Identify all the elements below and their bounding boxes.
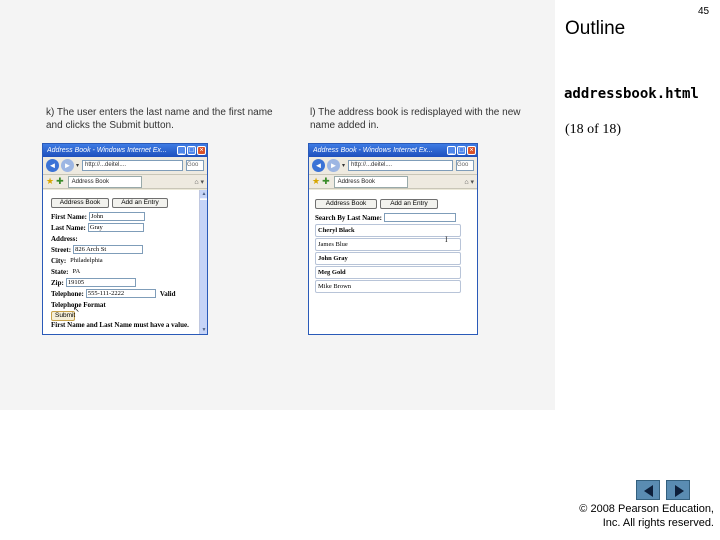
maximize-icon[interactable]: □ — [457, 146, 466, 155]
telephone-label: Telephone: — [51, 289, 84, 298]
copyright-line-2: Inc. All rights reserved. — [602, 517, 714, 529]
list-item[interactable]: James Blue — [315, 238, 461, 251]
browser-window-entry-form: Address Book - Windows Internet Ex... _ … — [42, 143, 208, 335]
history-dropdown-icon[interactable]: ▾ — [342, 162, 345, 169]
state-field[interactable]: PA — [70, 267, 141, 276]
minimize-icon[interactable]: _ — [447, 146, 456, 155]
window-titlebar[interactable]: Address Book - Windows Internet Ex... _ … — [309, 144, 477, 157]
next-arrow-icon — [675, 485, 684, 497]
scroll-down-icon[interactable]: ▼ — [200, 326, 207, 334]
slide: k) The user enters the last name and the… — [0, 0, 720, 540]
forward-icon[interactable]: ► — [327, 159, 340, 172]
first-name-field[interactable]: John — [88, 212, 145, 221]
add-favorite-icon[interactable]: ✚ — [322, 176, 330, 187]
back-icon[interactable]: ◄ — [312, 159, 325, 172]
favorites-star-icon[interactable]: ★ — [312, 176, 320, 187]
favorites-bar: ★ ✚ Address Book ⌂ ▾ — [43, 175, 207, 189]
search-by-last-name-label: Search By Last Name: — [315, 213, 382, 222]
home-icon[interactable]: ⌂ ▾ — [464, 178, 474, 186]
favorites-star-icon[interactable]: ★ — [46, 176, 54, 187]
previous-arrow-icon — [644, 485, 653, 497]
previous-slide-button[interactable] — [636, 480, 660, 500]
text-cursor-icon: I — [445, 235, 448, 244]
street-label: Street: — [51, 245, 72, 254]
validation-warning: First Name and Last Name must have a val… — [51, 321, 189, 329]
submit-button[interactable]: Submit — [51, 310, 75, 321]
address-input[interactable]: http://...deitel.... — [348, 160, 453, 171]
mouse-pointer-icon: ↖ — [73, 305, 80, 314]
list-item[interactable]: Meg Gold — [315, 266, 461, 279]
file-name: addressbook.html — [564, 86, 699, 102]
outline-title: Outline — [565, 18, 626, 39]
close-icon[interactable]: × — [197, 146, 206, 155]
last-name-label: Last Name: — [51, 223, 86, 232]
list-item[interactable]: Mike Brown — [315, 280, 461, 293]
scroll-up-icon[interactable]: ▲ — [200, 190, 207, 198]
search-input[interactable]: Goo — [186, 160, 204, 171]
page-number: 45 — [698, 6, 710, 17]
list-item[interactable]: Cheryl Black — [315, 224, 461, 237]
caption-k: k) The user enters the last name and the… — [46, 107, 273, 131]
history-dropdown-icon[interactable]: ▾ — [76, 162, 79, 169]
tab-address-book[interactable]: Address Book — [333, 175, 408, 188]
favorites-bar: ★ ✚ Address Book ⌂ ▾ — [309, 175, 477, 189]
first-name-label: First Name: — [51, 212, 87, 221]
page-count: (18 of 18) — [565, 122, 621, 137]
valid-label: Valid — [159, 289, 176, 298]
city-field[interactable]: Philadelphia — [68, 256, 139, 265]
navigation-bar: ◄ ► ▾ http://...deitel.... Goo — [309, 157, 477, 175]
list-item[interactable]: John Gray — [315, 252, 461, 265]
tab-address-book[interactable]: Address Book — [67, 175, 142, 188]
home-icon[interactable]: ⌂ ▾ — [194, 178, 204, 186]
city-label: City: — [51, 256, 67, 265]
address-book-button[interactable]: Address Book — [315, 199, 377, 209]
telephone-field[interactable]: 555-111-2222 — [85, 289, 156, 298]
address-input[interactable]: http://...deitel.... — [82, 160, 183, 171]
close-icon[interactable]: × — [467, 146, 476, 155]
window-title: Address Book - Windows Internet Ex... — [313, 147, 433, 154]
maximize-icon[interactable]: □ — [187, 146, 196, 155]
copyright-notice: © 2008 Pearson Education, Inc. All right… — [544, 502, 714, 530]
window-titlebar[interactable]: Address Book - Windows Internet Ex... _ … — [43, 144, 207, 157]
forward-icon[interactable]: ► — [61, 159, 74, 172]
address-book-button[interactable]: Address Book — [51, 198, 109, 208]
street-field[interactable]: 826 Arch St — [73, 245, 144, 254]
add-entry-button[interactable]: Add an Entry — [112, 198, 168, 208]
add-entry-button[interactable]: Add an Entry — [380, 199, 438, 209]
next-slide-button[interactable] — [666, 480, 690, 500]
back-icon[interactable]: ◄ — [46, 159, 59, 172]
navigation-bar: ◄ ► ▾ http://...deitel.... Goo — [43, 157, 207, 175]
caption-l: l) The address book is redisplayed with … — [310, 107, 521, 131]
copyright-line-1: © 2008 Pearson Education, — [579, 503, 714, 515]
minimize-icon[interactable]: _ — [177, 146, 186, 155]
window-title: Address Book - Windows Internet Ex... — [47, 147, 167, 154]
scroll-thumb[interactable] — [200, 199, 207, 327]
zip-label: Zip: — [51, 278, 64, 287]
last-name-field[interactable]: Gray — [87, 223, 144, 232]
add-favorite-icon[interactable]: ✚ — [56, 176, 64, 187]
zip-field[interactable]: 19105 — [65, 278, 136, 287]
address-label: Address: — [51, 234, 78, 243]
search-input[interactable]: Goo — [456, 160, 474, 171]
state-label: State: — [51, 267, 69, 276]
last-name-search-field[interactable] — [383, 213, 456, 222]
address-list-page: Address Book Add an Entry Search By Last… — [315, 199, 465, 293]
